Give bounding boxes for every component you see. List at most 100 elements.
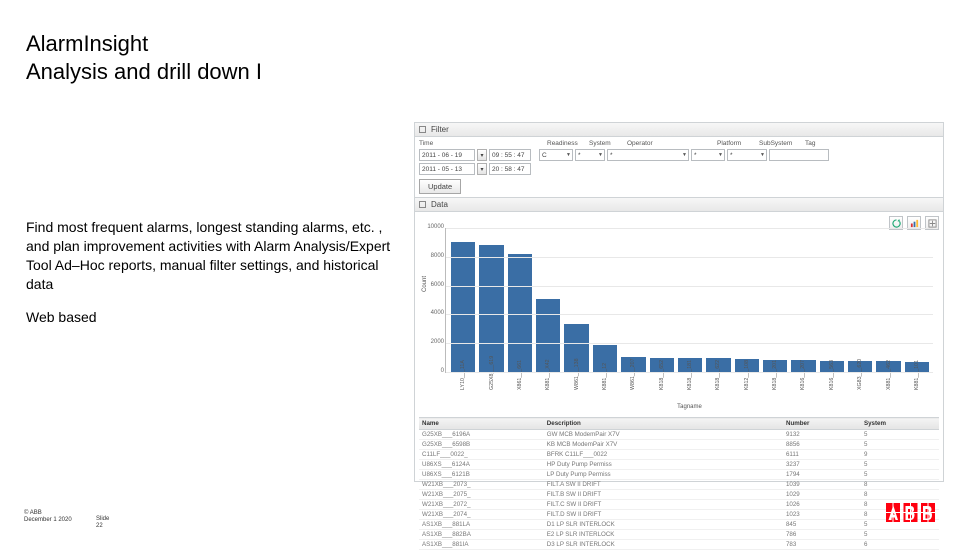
chart-bar[interactable]: W861___138 [564, 324, 588, 372]
table-row[interactable]: W21XB___2075_FILT.B SW II DRIFT10298 [419, 490, 939, 500]
data-table: NameDescriptionNumberSystem G25XB___6196… [419, 417, 939, 550]
table-cell: HP Duty Pump Permiss [544, 460, 783, 470]
chart-bar[interactable]: K818___181 [678, 358, 702, 372]
table-cell: GW MCB ModemPair X7V [544, 430, 783, 440]
table-cell: 5 [861, 470, 939, 480]
system-select[interactable]: *▼ [575, 149, 605, 161]
table-cell: 1039 [783, 480, 861, 490]
chart-bar[interactable]: K881___101 [905, 362, 929, 372]
chart-bar[interactable]: X881___462 [876, 361, 900, 372]
date-picker-icon[interactable]: ▾ [477, 163, 487, 175]
table-cell: 1023 [783, 510, 861, 520]
table-cell: W21XB___2072_ [419, 500, 544, 510]
data-header[interactable]: Data [415, 198, 943, 212]
table-row[interactable]: W21XB___2074_FILT.D SW II DRIFT10238 [419, 510, 939, 520]
chart-bar[interactable]: K816___563 [820, 361, 844, 372]
column-header[interactable]: Name [419, 418, 544, 430]
chart-bar[interactable]: K881___X42 [536, 299, 560, 372]
table-cell: G25XB___6598B [419, 440, 544, 450]
x-tick-label: X881___462 [886, 360, 892, 390]
table-row[interactable]: U86XS___6121BLP Duty Pump Permiss17945 [419, 470, 939, 480]
filter-body: Time Readiness System Operator Platform … [415, 137, 943, 198]
x-tick-label: X861___661 [517, 360, 523, 390]
table-cell: W21XB___2073_ [419, 480, 544, 490]
subsystem-select[interactable]: *▼ [727, 149, 767, 161]
x-tick-label: K818___652 [659, 360, 665, 390]
table-row[interactable]: AS1XB___882BAE2 LP SLR INTERLOCK7865 [419, 530, 939, 540]
chart-bar[interactable]: XG83___620 [848, 361, 872, 372]
chart-bar[interactable]: LY10___11A [451, 242, 475, 372]
filter-row-to: 2011 - 05 - 13 ▾ 20 : 58 : 47 [419, 163, 939, 175]
chart-bar[interactable]: K812___108 [735, 359, 759, 372]
table-cell: 1029 [783, 490, 861, 500]
table-cell: LP Duty Pump Permiss [544, 470, 783, 480]
table-row[interactable]: AS1XB___881IAD3 LP SLR INTERLOCK7836 [419, 540, 939, 550]
table-cell: 6111 [783, 450, 861, 460]
collapse-icon[interactable] [419, 126, 426, 133]
table-cell: 5 [861, 530, 939, 540]
chart-bar[interactable]: X861___661 [508, 254, 532, 372]
table-row[interactable]: AS1XB___881LAD1 LP SLR INTERLOCK8455 [419, 520, 939, 530]
to-time-input[interactable]: 20 : 58 : 47 [489, 163, 531, 175]
table-cell: 8856 [783, 440, 861, 450]
bar-chart: Count Tagname LY10___11AG25X8___619X861_… [445, 228, 933, 373]
table-cell: W21XB___2075_ [419, 490, 544, 500]
table-cell: FILT.C SW II DRIFT [544, 500, 783, 510]
table-cell: 3237 [783, 460, 861, 470]
update-button[interactable]: Update [419, 179, 461, 194]
from-time-input[interactable]: 09 : 55 : 47 [489, 149, 531, 161]
table-row[interactable]: W21XB___2072_FILT.C SW II DRIFT10268 [419, 500, 939, 510]
table-row[interactable]: G25XB___6598BKB MCB ModemPair X7V88565 [419, 440, 939, 450]
column-header[interactable]: Number [783, 418, 861, 430]
table-row[interactable]: W21XB___2073_FILT.A SW II DRIFT10398 [419, 480, 939, 490]
table-cell: KB MCB ModemPair X7V [544, 440, 783, 450]
x-tick-label: K881___101 [914, 360, 920, 390]
table-cell: FILT.A SW II DRIFT [544, 480, 783, 490]
readiness-select[interactable]: C▼ [539, 149, 573, 161]
date-picker-icon[interactable]: ▾ [477, 149, 487, 161]
collapse-icon[interactable] [419, 201, 426, 208]
table-cell: 5 [861, 440, 939, 450]
table-row[interactable]: U86XS___6124AHP Duty Pump Permiss32375 [419, 460, 939, 470]
x-tick-label: K881___X42 [545, 359, 551, 390]
footer-date: December 1 2020 [24, 517, 72, 524]
platform-select[interactable]: *▼ [691, 149, 725, 161]
table-cell: 5 [861, 460, 939, 470]
data-body: Count Tagname LY10___11AG25X8___619X861_… [415, 212, 943, 550]
chart-bar[interactable]: K818___201 [763, 360, 787, 372]
to-date-input[interactable]: 2011 - 05 - 13 [419, 163, 475, 175]
data-label: Data [431, 200, 448, 209]
table-row[interactable]: C11LF___0022_BFRK C11LF___002261119 [419, 450, 939, 460]
filter-header[interactable]: Filter [415, 123, 943, 137]
chart-bar[interactable]: G25X8___619 [479, 245, 503, 372]
title-line-2: Analysis and drill down I [26, 59, 262, 84]
tag-input[interactable] [769, 149, 829, 161]
x-tick-label: XG83___620 [857, 359, 863, 390]
chart-bar[interactable]: W861___207 [621, 357, 645, 372]
table-cell: 783 [783, 540, 861, 550]
table-cell: BFRK C11LF___0022 [544, 450, 783, 460]
table-cell: C11LF___0022_ [419, 450, 544, 460]
table-cell: 6 [861, 540, 939, 550]
table-cell: FILT.D SW II DRIFT [544, 510, 783, 520]
column-header[interactable]: Description [544, 418, 783, 430]
chart-bar[interactable]: K818___652 [650, 358, 674, 372]
chart-bar[interactable]: K818___622 [706, 358, 730, 372]
table-cell: AS1XB___881LA [419, 520, 544, 530]
operator-select[interactable]: *▼ [607, 149, 689, 161]
slide-title: AlarmInsight Analysis and drill down I [26, 30, 262, 85]
table-cell: G25XB___6196A [419, 430, 544, 440]
paragraph-1: Find most frequent alarms, longest stand… [26, 218, 396, 294]
table-cell: FILT.B SW II DRIFT [544, 490, 783, 500]
chart-bar[interactable]: K816___207 [791, 360, 815, 372]
title-line-1: AlarmInsight [26, 31, 148, 56]
x-tick-label: K816___207 [800, 360, 806, 390]
app-screenshot: Filter Time Readiness System Operator Pl… [414, 122, 944, 482]
from-date-input[interactable]: 2011 - 06 - 19 [419, 149, 475, 161]
x-tick-label: LY10___11A [460, 360, 466, 390]
x-tick-label: K818___201 [772, 360, 778, 390]
column-header[interactable]: System [861, 418, 939, 430]
chart-bar[interactable]: K881___12 [593, 345, 617, 372]
table-row[interactable]: G25XB___6196AGW MCB ModemPair X7V91325 [419, 430, 939, 440]
slide-footer: © ABB December 1 2020 Slide 22 [24, 510, 72, 524]
